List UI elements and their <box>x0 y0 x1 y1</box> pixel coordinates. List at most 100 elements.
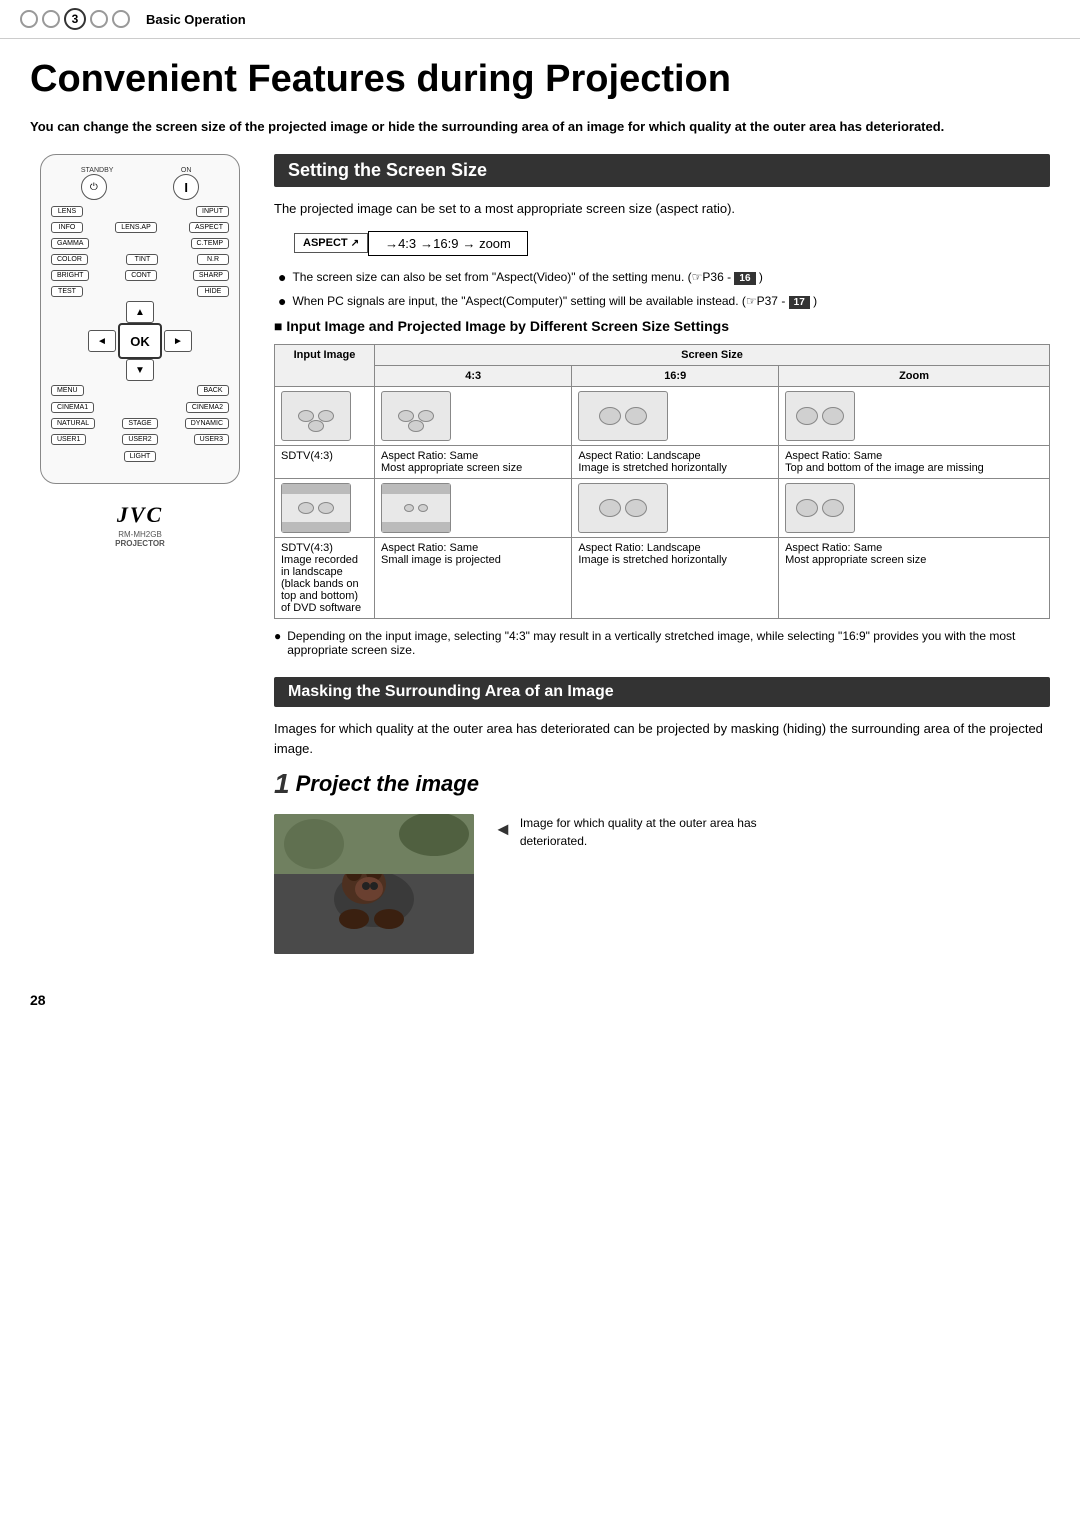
user2-button[interactable]: USER2 <box>122 434 157 445</box>
color-button[interactable]: COLOR <box>51 254 88 265</box>
lensap-button[interactable]: LENS.AP <box>115 222 157 233</box>
bullet-dot-1: ● <box>278 268 286 286</box>
light-row: LIGHT <box>51 451 229 462</box>
cinema1-button[interactable]: CINEMA1 <box>51 402 94 413</box>
circle-img <box>418 504 428 512</box>
dpad: ▲ ◄ OK ► ▼ <box>51 301 229 381</box>
dynamic-button[interactable]: DYNAMIC <box>185 418 229 429</box>
product-type: PROJECTOR <box>115 539 165 548</box>
cinema2-button[interactable]: CINEMA2 <box>186 402 229 413</box>
color-tint-nr-row: COLOR TINT N.R <box>51 254 229 265</box>
circle-img <box>408 420 424 432</box>
output-screen-43-1 <box>381 391 451 441</box>
bullet-item-2: ● When PC signals are input, the "Aspect… <box>278 292 1050 310</box>
sharp-button[interactable]: SHARP <box>193 270 229 281</box>
back-button[interactable]: BACK <box>197 385 229 396</box>
output-screen-169-1 <box>578 391 668 441</box>
table-cell-43-img-1 <box>375 387 572 446</box>
circle-img <box>298 502 314 514</box>
tint-button[interactable]: TINT <box>126 254 158 265</box>
lens-button[interactable]: LENS <box>51 206 83 217</box>
on-button[interactable]: I <box>173 174 199 200</box>
aspect-diagram: ASPECT ↗ →4:3 →16:9 → zoom <box>294 231 1050 256</box>
gamma-ctemp-row: GAMMA C.TEMP <box>51 238 229 249</box>
jvc-logo: JVC <box>30 502 250 528</box>
circle-img <box>822 407 844 425</box>
table-cell-169-desc-1: Aspect Ratio: LandscapeImage is stretche… <box>572 446 779 479</box>
section1-text: The projected image can be set to a most… <box>274 199 1050 219</box>
standby-button[interactable]: ⏻ <box>81 174 107 200</box>
dpad-up-row: ▲ <box>126 301 154 323</box>
lens-input-row: LENS INPUT <box>51 206 229 217</box>
output-screen-169-2 <box>578 483 668 533</box>
remote-control: STANDBY ⏻ ON I LENS INPUT INFO LENS <box>40 154 240 484</box>
arrow-icon: ◄ <box>494 816 512 843</box>
aspect-button[interactable]: ASPECT <box>189 222 229 233</box>
step1-number: 1 <box>274 768 290 800</box>
table-header-43: 4:3 <box>375 366 572 387</box>
info-button[interactable]: INFO <box>51 222 83 233</box>
page-content: Convenient Features during Projection Yo… <box>0 59 1080 984</box>
output-screen-zoom-2 <box>785 483 855 533</box>
on-label: ON <box>173 167 199 174</box>
remote-column: STANDBY ⏻ ON I LENS INPUT INFO LENS <box>30 154 250 548</box>
cont-button[interactable]: CONT <box>125 270 157 281</box>
user1-button[interactable]: USER1 <box>51 434 86 445</box>
note-dot: ● <box>274 629 281 657</box>
standby-col: STANDBY ⏻ <box>81 167 114 200</box>
hide-button[interactable]: HIDE <box>197 286 229 297</box>
section1-header: Setting the Screen Size <box>274 154 1050 187</box>
table-header-zoom: Zoom <box>779 366 1050 387</box>
model-label: RM-MH2GB PROJECTOR <box>30 530 250 548</box>
light-button[interactable]: LIGHT <box>124 451 157 462</box>
circle-img <box>308 420 324 432</box>
ctemp-button[interactable]: C.TEMP <box>191 238 229 249</box>
menu-button[interactable]: MENU <box>51 385 84 396</box>
table-cell-zoom-desc-2: Aspect Ratio: SameMost appropriate scree… <box>779 538 1050 619</box>
on-col: ON I <box>173 167 199 200</box>
table-row-desc-2: SDTV(4:3)Image recorded in landscape (bl… <box>275 538 1050 619</box>
menu-back-row: MENU BACK <box>51 385 229 396</box>
gamma-button[interactable]: GAMMA <box>51 238 89 249</box>
ok-button[interactable]: OK <box>118 323 162 359</box>
table-cell-169-desc-2: Aspect Ratio: LandscapeImage is stretche… <box>572 538 779 619</box>
animal-photo <box>274 814 474 954</box>
right-button[interactable]: ► <box>164 330 192 352</box>
table-cell-input-label-1: SDTV(4:3) <box>275 446 375 479</box>
down-button[interactable]: ▼ <box>126 359 154 381</box>
circle-img <box>318 502 334 514</box>
user3-button[interactable]: USER3 <box>194 434 229 445</box>
table-section-title: ■ Input Image and Projected Image by Dif… <box>274 318 1050 334</box>
section2-header: Masking the Surrounding Area of an Image <box>274 677 1050 707</box>
bright-button[interactable]: BRIGHT <box>51 270 89 281</box>
table-cell-169-img-1 <box>572 387 779 446</box>
cinema-row: CINEMA1 CINEMA2 <box>51 402 229 413</box>
step-circle-2 <box>42 10 60 28</box>
remote-power-row: STANDBY ⏻ ON I <box>51 167 229 200</box>
standby-label: STANDBY <box>81 167 114 174</box>
stage-button[interactable]: STAGE <box>122 418 157 429</box>
step1-content: ◄ Image for which quality at the outer a… <box>274 814 1050 954</box>
aspect-steps: →4:3 →16:9 → zoom <box>368 231 528 256</box>
bullet-item-1: ● The screen size can also be set from "… <box>278 268 1050 286</box>
right-column: Setting the Screen Size The projected im… <box>274 154 1050 954</box>
nr-button[interactable]: N.R <box>197 254 229 265</box>
intro-text: You can change the screen size of the pr… <box>30 117 1010 137</box>
input-button[interactable]: INPUT <box>196 206 229 217</box>
natural-button[interactable]: NATURAL <box>51 418 95 429</box>
input-screen-2 <box>281 483 351 533</box>
note-text: Depending on the input image, selecting … <box>287 629 1050 657</box>
info-lensap-aspect-row: INFO LENS.AP ASPECT <box>51 222 229 233</box>
up-button[interactable]: ▲ <box>126 301 154 323</box>
table-row-desc-1: SDTV(4:3) Aspect Ratio: SameMost appropr… <box>275 446 1050 479</box>
table-header-screensize: Screen Size <box>375 345 1050 366</box>
test-button[interactable]: TEST <box>51 286 83 297</box>
table-cell-zoom-desc-1: Aspect Ratio: SameTop and bottom of the … <box>779 446 1050 479</box>
step-circle-4 <box>90 10 108 28</box>
left-button[interactable]: ◄ <box>88 330 116 352</box>
table-row-illustrations-1 <box>275 387 1050 446</box>
page-title: Convenient Features during Projection <box>30 59 1050 101</box>
table-cell-43-desc-1: Aspect Ratio: SameMost appropriate scree… <box>375 446 572 479</box>
photo-svg <box>274 814 474 954</box>
table-cell-43-img-2 <box>375 479 572 538</box>
